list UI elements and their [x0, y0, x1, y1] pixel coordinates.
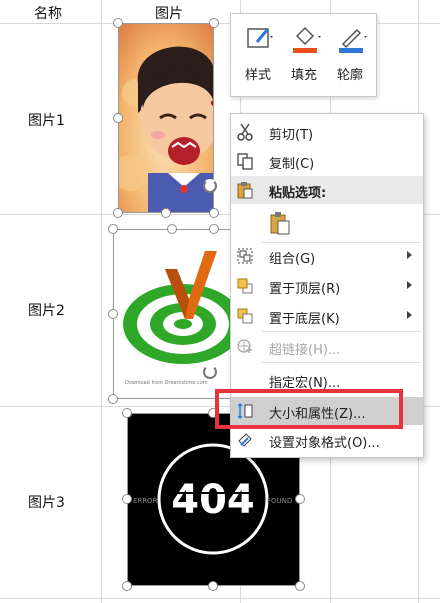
resize-handle[interactable] [108, 224, 118, 234]
style-button[interactable]: 样式 [235, 14, 281, 96]
fill-button[interactable]: 填充 [281, 14, 327, 96]
copy-icon [237, 153, 253, 170]
grid-line [0, 598, 440, 599]
selection-frame-1 [118, 23, 214, 213]
resize-handle[interactable] [208, 581, 218, 591]
outline-label: 轮廓 [336, 68, 363, 83]
resize-handle[interactable] [161, 208, 171, 218]
resize-handle[interactable] [122, 408, 132, 418]
name-cell-1[interactable]: 图片1 [28, 110, 65, 130]
paste-option-icon [270, 212, 290, 235]
header-cell-name[interactable]: 名称 [34, 3, 62, 23]
menu-header-paste-options: 粘贴选项: [231, 176, 423, 204]
bring-to-front-icon [237, 278, 253, 294]
menu-item-send-to-back[interactable]: 置于底层(K) [231, 302, 423, 330]
resize-handle[interactable] [209, 18, 219, 28]
menu-item-label: 组合(G) [269, 252, 316, 267]
menu-item-label: 复制(C) [269, 157, 315, 172]
paste-icon [237, 182, 253, 199]
format-object-icon [238, 433, 252, 447]
name-cell-3[interactable]: 图片3 [28, 492, 65, 512]
menu-item-copy[interactable]: 复制(C) [231, 147, 423, 175]
submenu-arrow-icon [407, 251, 412, 259]
submenu-arrow-icon [407, 311, 412, 319]
menu-item-label: 超链接(H)... [269, 343, 341, 358]
menu-item-cut[interactable]: 剪切(T) [231, 118, 423, 146]
paste-option-button[interactable] [231, 205, 423, 239]
send-to-back-icon [237, 308, 253, 324]
resize-handle[interactable] [209, 208, 219, 218]
resize-handle[interactable] [122, 494, 132, 504]
resize-handle[interactable] [108, 309, 118, 319]
submenu-arrow-icon [407, 281, 412, 289]
hyperlink-icon [237, 339, 252, 353]
fill-label: 填充 [290, 68, 317, 83]
resize-handle[interactable] [108, 394, 118, 404]
rotate-handle-icon[interactable] [203, 179, 217, 193]
menu-item-bring-to-front[interactable]: 置于顶层(R) [231, 272, 423, 300]
outline-color-swatch [339, 48, 363, 53]
resize-handle[interactable] [113, 208, 123, 218]
scissors-icon [237, 123, 253, 141]
resize-handle[interactable] [122, 581, 132, 591]
resize-handle[interactable] [295, 494, 305, 504]
menu-separator [261, 331, 421, 332]
menu-item-label: 设置对象格式(O)... [269, 436, 380, 451]
style-label: 样式 [244, 68, 271, 83]
rotate-handle-icon[interactable] [203, 365, 217, 379]
outline-button[interactable]: 轮廓 [327, 14, 373, 96]
menu-item-label: 剪切(T) [269, 128, 314, 143]
group-icon [237, 248, 253, 264]
fill-bucket-icon [293, 26, 321, 53]
resize-handle[interactable] [209, 224, 219, 234]
resize-handle[interactable] [113, 18, 123, 28]
outline-pen-icon [339, 28, 367, 53]
shape-style-icon [247, 28, 273, 48]
menu-item-label: 置于顶层(R) [269, 282, 341, 297]
resize-handle[interactable] [167, 224, 177, 234]
mini-toolbar: 样式 填充 轮廓 [230, 13, 377, 97]
menu-item-format-object[interactable]: 设置对象格式(O)... [231, 426, 423, 454]
header-cell-picture[interactable]: 图片 [155, 3, 183, 23]
highlight-box [215, 389, 403, 429]
menu-item-group[interactable]: 组合(G) [231, 242, 423, 270]
fill-color-swatch [293, 48, 317, 53]
menu-separator [261, 362, 421, 363]
menu-item-label: 置于底层(K) [269, 312, 340, 327]
resize-handle[interactable] [113, 113, 123, 123]
grid-line [101, 0, 102, 603]
name-cell-2[interactable]: 图片2 [28, 300, 65, 320]
resize-handle[interactable] [295, 581, 305, 591]
menu-item-label: 粘贴选项: [269, 186, 327, 201]
menu-item-hyperlink: 超链接(H)... [231, 333, 423, 361]
